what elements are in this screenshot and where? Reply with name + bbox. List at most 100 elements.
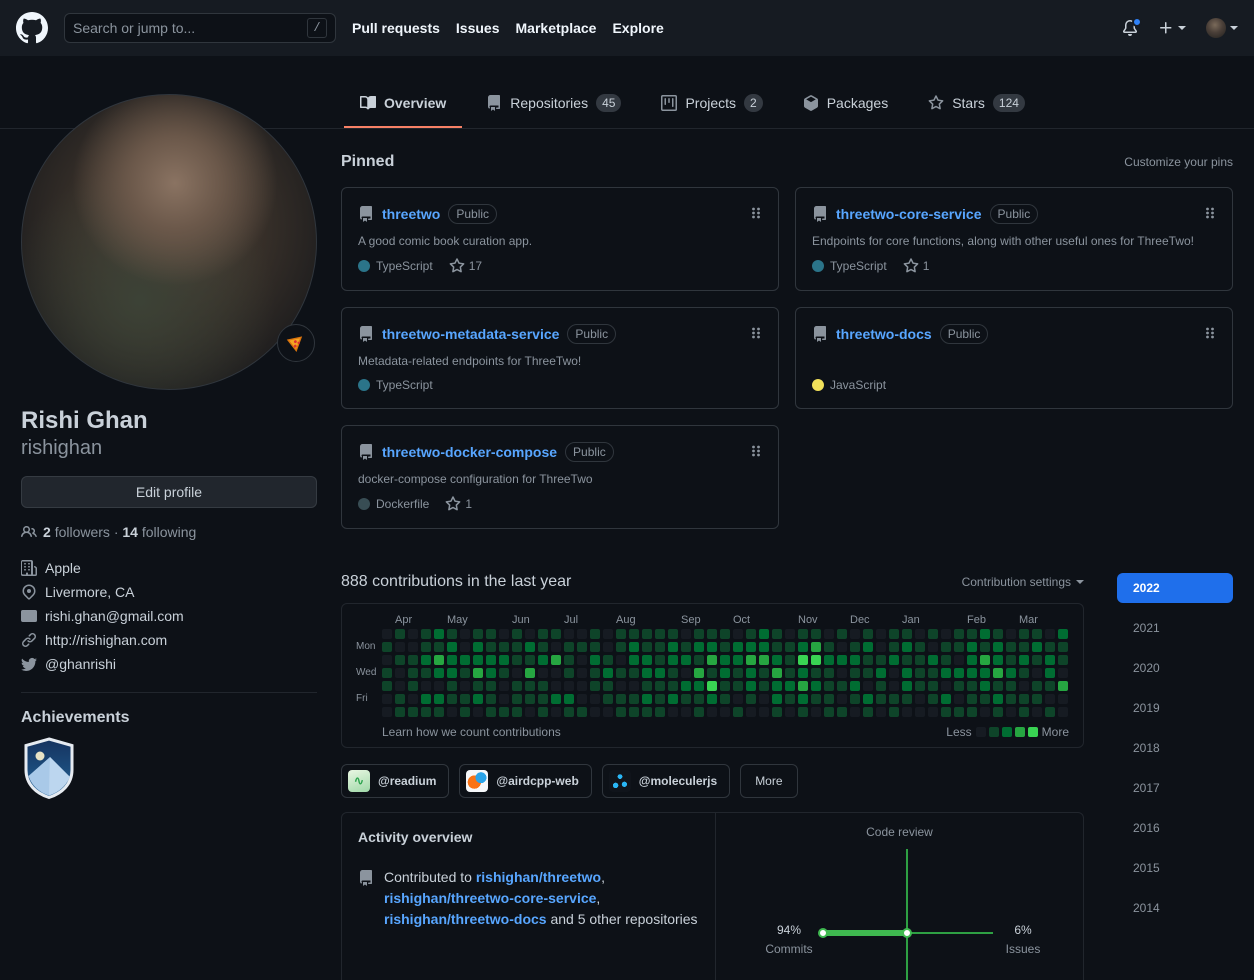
contribution-cell[interactable]: [889, 694, 899, 704]
contribution-cell[interactable]: [408, 642, 418, 652]
contribution-cell[interactable]: [1045, 629, 1055, 639]
contribution-cell[interactable]: [1032, 642, 1042, 652]
contribution-cell[interactable]: [954, 655, 964, 665]
contribution-cell[interactable]: [902, 681, 912, 691]
repo-link[interactable]: threetwo-docker-compose: [382, 444, 557, 460]
header-nav-explore[interactable]: Explore: [612, 20, 663, 36]
contribution-cell[interactable]: [473, 681, 483, 691]
contribution-cell[interactable]: [694, 668, 704, 678]
contribution-cell[interactable]: [603, 681, 613, 691]
tab-stars[interactable]: Stars124: [912, 80, 1041, 128]
contribution-cell[interactable]: [681, 707, 691, 717]
repo-stars-link[interactable]: 1: [445, 496, 472, 512]
contribution-cell[interactable]: [980, 668, 990, 678]
contribution-cell[interactable]: [967, 668, 977, 678]
contribution-cell[interactable]: [538, 642, 548, 652]
contribution-cell[interactable]: [733, 642, 743, 652]
year-2019[interactable]: 2019: [1117, 693, 1233, 723]
contribution-cell[interactable]: [1058, 642, 1068, 652]
contribution-cell[interactable]: [629, 668, 639, 678]
contribution-cell[interactable]: [460, 668, 470, 678]
contribution-cell[interactable]: [850, 668, 860, 678]
contribution-cell[interactable]: [837, 629, 847, 639]
contribution-cell[interactable]: [616, 681, 626, 691]
contribution-cell[interactable]: [759, 629, 769, 639]
contribution-cell[interactable]: [577, 668, 587, 678]
contribution-cell[interactable]: [434, 655, 444, 665]
contribution-cell[interactable]: [551, 707, 561, 717]
contribution-cell[interactable]: [746, 681, 756, 691]
contribution-cell[interactable]: [915, 629, 925, 639]
contribution-cell[interactable]: [1019, 707, 1029, 717]
contribution-cell[interactable]: [720, 681, 730, 691]
contribution-cell[interactable]: [525, 681, 535, 691]
contribution-cell[interactable]: [603, 629, 613, 639]
contribution-cell[interactable]: [486, 642, 496, 652]
contribution-cell[interactable]: [629, 642, 639, 652]
contribution-cell[interactable]: [564, 668, 574, 678]
contribution-cell[interactable]: [824, 694, 834, 704]
contribution-cell[interactable]: [772, 642, 782, 652]
contribution-cell[interactable]: [980, 681, 990, 691]
drag-handle-icon[interactable]: [1204, 205, 1216, 224]
contribution-cell[interactable]: [733, 681, 743, 691]
contribution-cell[interactable]: [1032, 668, 1042, 678]
contributed-repo-link[interactable]: rishighan/threetwo-core-service: [384, 890, 596, 906]
contribution-cell[interactable]: [564, 642, 574, 652]
contribution-cell[interactable]: [421, 655, 431, 665]
contribution-cell[interactable]: [772, 668, 782, 678]
contribution-cell[interactable]: [863, 655, 873, 665]
contribution-cell[interactable]: [538, 629, 548, 639]
contribution-cell[interactable]: [512, 707, 522, 717]
contribution-cell[interactable]: [733, 707, 743, 717]
contribution-cell[interactable]: [642, 694, 652, 704]
contribution-cell[interactable]: [928, 642, 938, 652]
contribution-cell[interactable]: [499, 655, 509, 665]
contribution-cell[interactable]: [694, 694, 704, 704]
github-logo-icon[interactable]: [16, 12, 48, 44]
profile-detail-email[interactable]: rishi.ghan@gmail.com: [21, 604, 317, 628]
contribution-cell[interactable]: [564, 629, 574, 639]
repo-link[interactable]: threetwo-metadata-service: [382, 326, 559, 342]
contribution-cell[interactable]: [928, 694, 938, 704]
count-contributions-link[interactable]: Learn how we count contributions: [382, 725, 561, 739]
contribution-cell[interactable]: [642, 642, 652, 652]
contribution-cell[interactable]: [694, 629, 704, 639]
contribution-cell[interactable]: [382, 707, 392, 717]
contribution-cell[interactable]: [1006, 655, 1016, 665]
contribution-cell[interactable]: [603, 642, 613, 652]
contribution-cell[interactable]: [382, 655, 392, 665]
contribution-cell[interactable]: [681, 655, 691, 665]
contribution-cell[interactable]: [616, 655, 626, 665]
contribution-cell[interactable]: [590, 707, 600, 717]
contribution-cell[interactable]: [954, 681, 964, 691]
contribution-cell[interactable]: [1045, 668, 1055, 678]
contribution-cell[interactable]: [460, 707, 470, 717]
contribution-cell[interactable]: [395, 629, 405, 639]
contribution-cell[interactable]: [473, 655, 483, 665]
contribution-cell[interactable]: [668, 642, 678, 652]
contribution-cell[interactable]: [512, 668, 522, 678]
contribution-cell[interactable]: [421, 629, 431, 639]
year-2015[interactable]: 2015: [1117, 853, 1233, 883]
contribution-cell[interactable]: [590, 655, 600, 665]
profile-avatar[interactable]: [21, 94, 317, 390]
contribution-cell[interactable]: [616, 668, 626, 678]
contribution-cell[interactable]: [629, 707, 639, 717]
contribution-cell[interactable]: [616, 642, 626, 652]
contribution-cell[interactable]: [967, 694, 977, 704]
contribution-cell[interactable]: [434, 642, 444, 652]
header-nav-marketplace[interactable]: Marketplace: [516, 20, 597, 36]
contribution-cell[interactable]: [785, 694, 795, 704]
more-orgs-button[interactable]: More: [740, 764, 797, 798]
contribution-cell[interactable]: [811, 629, 821, 639]
customize-pins-link[interactable]: Customize your pins: [1124, 155, 1233, 169]
contribution-cell[interactable]: [551, 681, 561, 691]
contribution-cell[interactable]: [1032, 655, 1042, 665]
org-readium[interactable]: ∿@readium: [341, 764, 449, 798]
contribution-cell[interactable]: [603, 707, 613, 717]
contribution-cell[interactable]: [785, 629, 795, 639]
contribution-cell[interactable]: [616, 694, 626, 704]
repo-link[interactable]: threetwo-docs: [836, 326, 932, 342]
contribution-cell[interactable]: [512, 642, 522, 652]
